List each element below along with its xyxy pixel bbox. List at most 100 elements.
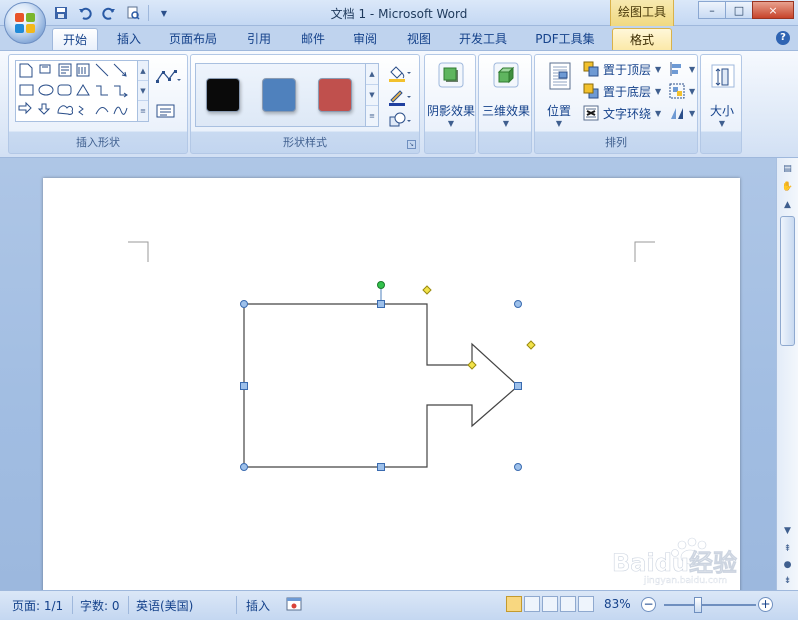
vertical-scrollbar[interactable]: ▤ ✋ ▲ ▼ ⇞ ● ⇟	[776, 158, 798, 590]
ribbon: ▲ ▼ ≡ 插入形状 ▲ ▼ ≡ 形状样式 ↘ 阴影效果 ▼ 三维效果 ▼ 位置…	[0, 50, 798, 158]
gallery-more-icon[interactable]: ≡	[138, 101, 148, 121]
browse-object-icon[interactable]: ●	[780, 558, 795, 573]
style-gallery-scroll[interactable]: ▲ ▼ ≡	[365, 64, 378, 126]
size-label: 大小	[709, 104, 734, 118]
style-down-icon[interactable]: ▼	[366, 85, 378, 106]
3d-effects-icon	[493, 62, 519, 88]
tab-pdf-tools[interactable]: PDF工具集	[526, 28, 604, 50]
view-full-screen-reading-icon[interactable]	[524, 596, 540, 612]
maximize-button[interactable]: □	[725, 1, 753, 19]
status-insert-mode[interactable]: 插入	[246, 597, 270, 614]
tab-home[interactable]: 开始	[52, 28, 98, 50]
help-icon[interactable]: ?	[776, 31, 790, 45]
tab-review[interactable]: 审阅	[342, 28, 388, 50]
rotate-icon	[671, 108, 683, 119]
zoom-slider-track[interactable]	[664, 604, 756, 606]
resize-handle-left[interactable]	[240, 382, 248, 390]
margin-mark-top-right	[634, 241, 655, 262]
shape-gallery-scroll[interactable]: ▲ ▼ ≡	[137, 61, 148, 121]
zoom-in-button[interactable]: +	[758, 597, 773, 612]
macro-record-icon[interactable]	[286, 596, 302, 615]
resize-handle-top-left[interactable]	[240, 300, 248, 308]
group-3d-effects: 三维效果 ▼	[478, 54, 532, 154]
arrow-callout-shape[interactable]	[243, 303, 519, 468]
gallery-up-icon[interactable]: ▲	[138, 61, 148, 81]
style-swatch-black[interactable]	[206, 78, 240, 112]
view-outline-icon[interactable]	[560, 596, 576, 612]
align-button[interactable]: ▼	[669, 59, 695, 79]
tab-view[interactable]: 视图	[396, 28, 442, 50]
previous-page-icon[interactable]: ⇞	[780, 542, 795, 557]
ruler-toggle-icon[interactable]: ▤	[780, 162, 795, 177]
document-page[interactable]	[43, 178, 740, 598]
tab-mailings[interactable]: 邮件	[290, 28, 336, 50]
3d-effects-button[interactable]: 三维效果 ▼	[481, 61, 531, 128]
pan-hand-icon[interactable]: ✋	[780, 180, 795, 195]
align-icon	[670, 62, 681, 76]
insert-shapes-group-label: 插入形状	[76, 136, 120, 149]
text-box-icon[interactable]	[155, 103, 177, 119]
change-shape-icon[interactable]	[387, 111, 413, 131]
size-button[interactable]: 大小 ▼	[703, 61, 741, 128]
send-to-back-button[interactable]: 置于底层 ▼	[583, 81, 661, 101]
text-wrapping-button[interactable]: 文字环绕 ▼	[583, 103, 661, 123]
style-swatch-red[interactable]	[318, 78, 352, 112]
scroll-up-icon[interactable]: ▲	[780, 198, 795, 213]
shape-styles-dialog-launcher-icon[interactable]: ↘	[407, 140, 416, 149]
group-shape-styles: ▲ ▼ ≡ 形状样式 ↘	[190, 54, 420, 154]
gallery-down-icon[interactable]: ▼	[138, 81, 148, 101]
adjust-handle-3[interactable]	[526, 340, 536, 350]
rotate-handle[interactable]	[377, 281, 385, 289]
view-draft-icon[interactable]	[578, 596, 594, 612]
tab-format[interactable]: 格式	[612, 28, 672, 50]
style-more-icon[interactable]: ≡	[366, 106, 378, 127]
zoom-slider-thumb[interactable]	[694, 597, 702, 613]
zoom-level[interactable]: 83%	[604, 597, 631, 611]
shape-fill-icon[interactable]	[387, 63, 413, 83]
position-button[interactable]: 位置 ▼	[539, 61, 579, 128]
zoom-out-button[interactable]: −	[641, 597, 656, 612]
status-language[interactable]: 英语(美国)	[136, 597, 193, 614]
shape-style-gallery[interactable]: ▲ ▼ ≡	[195, 63, 379, 127]
status-word-count[interactable]: 字数: 0	[80, 597, 120, 614]
shape-gallery[interactable]: ▲ ▼ ≡	[15, 60, 149, 122]
send-to-back-dropdown-icon: ▼	[655, 86, 662, 96]
scroll-thumb[interactable]	[780, 216, 795, 346]
edit-shape-icon[interactable]	[155, 67, 181, 85]
resize-handle-bottom-right[interactable]	[514, 463, 522, 471]
resize-handle-bottom-left[interactable]	[240, 463, 248, 471]
text-wrapping-dropdown-icon: ▼	[655, 108, 662, 118]
close-button[interactable]: ×	[752, 1, 794, 19]
shadow-effects-button[interactable]: 阴影效果 ▼	[427, 61, 475, 128]
tab-developer[interactable]: 开发工具	[450, 28, 516, 50]
resize-handle-bottom[interactable]	[377, 463, 385, 471]
position-label: 位置	[546, 104, 571, 118]
rotate-button[interactable]: ▼	[669, 103, 695, 123]
view-print-layout-icon[interactable]	[506, 596, 522, 612]
group-objects-icon	[669, 83, 685, 99]
position-icon	[549, 62, 571, 90]
resize-handle-right[interactable]	[514, 382, 522, 390]
resize-handle-top-right[interactable]	[514, 300, 522, 308]
tab-references[interactable]: 引用	[236, 28, 282, 50]
bring-to-front-button[interactable]: 置于顶层 ▼	[583, 59, 661, 79]
size-icon	[711, 64, 735, 88]
group-arrange: 位置 ▼ 置于顶层 ▼ 置于底层 ▼ 文字环绕 ▼ ▼ ▼ ▼ 排列	[534, 54, 698, 154]
view-web-layout-icon[interactable]	[542, 596, 558, 612]
page-canvas	[128, 241, 655, 471]
shape-gallery-icons	[18, 63, 128, 116]
office-button[interactable]	[4, 2, 46, 44]
tab-page-layout[interactable]: 页面布局	[160, 28, 226, 50]
next-page-icon[interactable]: ⇟	[780, 574, 795, 589]
minimize-button[interactable]: –	[698, 1, 726, 19]
scroll-down-icon[interactable]: ▼	[780, 524, 795, 539]
window-controls: – □ ×	[698, 1, 794, 19]
group-objects-button[interactable]: ▼	[669, 81, 695, 101]
style-up-icon[interactable]: ▲	[366, 64, 378, 85]
shape-outline-icon[interactable]	[387, 87, 413, 107]
adjust-handle-1[interactable]	[422, 285, 432, 295]
status-page-count[interactable]: 页面: 1/1	[12, 597, 63, 614]
tab-insert[interactable]: 插入	[106, 28, 152, 50]
resize-handle-top[interactable]	[377, 300, 385, 308]
style-swatch-blue[interactable]	[262, 78, 296, 112]
